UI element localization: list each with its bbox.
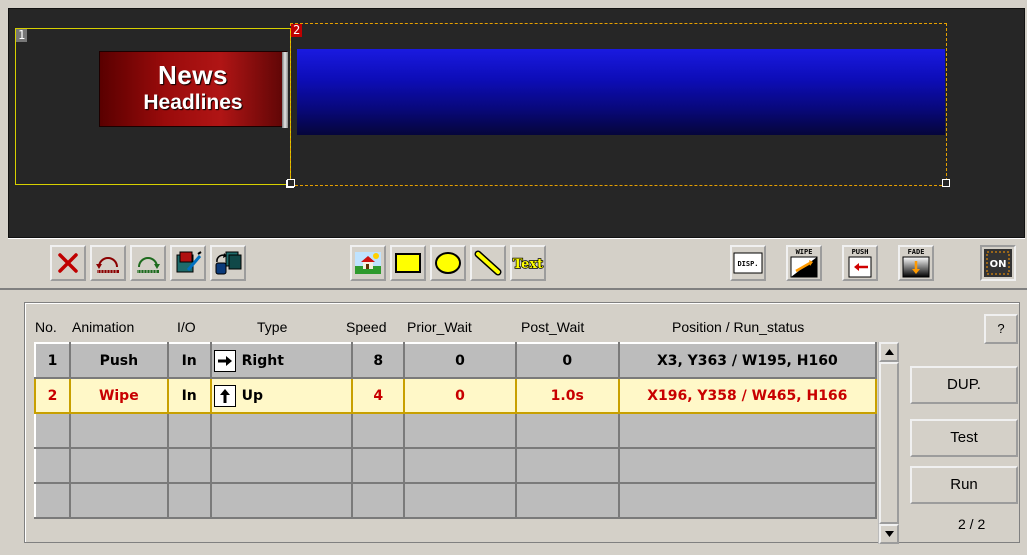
ellipse-button[interactable] [430,245,466,281]
cell-prior-wait[interactable]: 0 [403,377,517,414]
layer-order-button[interactable] [210,245,246,281]
col-header-post-wait: Post_Wait [521,319,585,335]
cell-post-wait[interactable]: 0 [514,342,620,379]
col-header-no: No. [35,319,57,335]
wipe-effect-icon: WIPE [790,248,818,278]
redo-arc-icon [137,257,160,273]
cell-animation[interactable]: Push [68,342,169,379]
col-header-type: Type [257,319,288,335]
rectangle-button[interactable] [390,245,426,281]
arrow-right-icon [213,349,236,372]
cell-position: X3, Y363 / W195, H160 [617,342,878,379]
table-row-empty[interactable] [34,447,878,484]
push-effect-icon: PUSH [848,248,872,278]
help-button[interactable]: ? [984,314,1018,344]
cell-post-wait[interactable]: 1.0s [514,377,620,414]
animation-table: 1 Push In Right 8 0 0 X3, Y363 / W195, H… [34,342,878,519]
delete-button[interactable] [50,245,86,281]
cell-io[interactable]: In [166,342,212,379]
cell-no: 2 [34,377,71,414]
scroll-down-button[interactable] [879,524,899,544]
redo-button[interactable] [130,245,166,281]
paint-color-button[interactable] [170,245,206,281]
news-headlines-graphic: News Headlines [99,51,288,128]
table-row-empty[interactable] [34,482,878,519]
text-tool-icon: Text [512,256,544,272]
svg-text:DISP.: DISP. [737,260,758,268]
zone-2[interactable]: 2 [287,23,950,187]
col-header-io: I/O [177,319,196,335]
svg-text:ON: ON [990,259,1007,270]
toolbar: Text DISP. WIPE PUSH FADE ON [8,238,1025,288]
type-label: Up [241,387,264,404]
zone-1-number: 1 [16,28,28,42]
ellipse-shape-icon [435,252,461,274]
news-title-line2: Headlines [143,91,243,114]
svg-text:FADE: FADE [908,248,925,256]
wipe-effect-button[interactable]: WIPE [786,245,822,281]
arrow-up-icon [213,384,236,407]
zone-2-resize-handle-right[interactable] [942,179,950,187]
image-picture-icon [355,252,381,274]
cell-speed[interactable]: 4 [351,377,406,414]
table-row-1[interactable]: 1 Push In Right 8 0 0 X3, Y363 / W195, H… [34,342,878,379]
red-x-icon [58,253,78,273]
line-button[interactable] [470,245,506,281]
paint-color-icon [176,251,202,273]
test-button[interactable]: Test [910,419,1018,457]
col-header-speed: Speed [346,319,387,335]
dup-button[interactable]: DUP. [910,366,1018,404]
text-tool-button[interactable]: Text [510,245,546,281]
news-title-line1: News [158,60,228,90]
cell-position: X196, Y358 / W465, H166 [617,377,878,414]
undo-button[interactable] [90,245,126,281]
display-button[interactable]: DISP. [730,245,766,281]
table-row-empty[interactable] [34,412,878,449]
undo-arc-icon [96,257,119,273]
cell-io[interactable]: In [166,377,212,414]
col-header-animation: Animation [72,319,135,335]
table-row-2[interactable]: 2 Wipe In Up 4 0 1.0s X196, Y358 / W465,… [34,377,878,414]
page-indicator: 2 / 2 [958,516,986,532]
col-header-position: Position / Run_status [672,319,805,335]
run-button[interactable]: Run [910,466,1018,504]
col-header-prior-wait: Prior_Wait [407,319,472,335]
image-button[interactable] [350,245,386,281]
triangle-down-icon [884,531,894,537]
cell-animation[interactable]: Wipe [68,377,169,414]
preview-canvas[interactable]: 1 News Headlines 2 [8,8,1025,238]
scroll-up-button[interactable] [879,342,899,362]
zone-2-resize-handle-left[interactable] [287,179,295,187]
on-toggle-icon: ON [984,249,1012,277]
zone-2-number: 2 [291,23,303,37]
display-icon: DISP. [733,252,763,274]
cell-type[interactable]: Up [209,377,354,414]
line-shape-icon [474,250,502,276]
scroll-thumb[interactable] [879,362,899,524]
cell-no: 1 [34,342,71,379]
rectangle-shape-icon [395,253,421,273]
cell-prior-wait[interactable]: 0 [403,342,517,379]
type-label: Right [241,352,284,369]
on-toggle-button[interactable]: ON [980,245,1016,281]
triangle-up-icon [884,349,894,355]
push-effect-button[interactable]: PUSH [842,245,878,281]
svg-text:PUSH: PUSH [852,248,869,256]
table-scrollbar[interactable] [878,342,899,544]
svg-text:Text: Text [513,257,543,272]
layer-order-icon [215,251,242,275]
svg-text:WIPE: WIPE [796,248,813,256]
fade-effect-button[interactable]: FADE [898,245,934,281]
cell-type[interactable]: Right [209,342,354,379]
cell-speed[interactable]: 8 [351,342,406,379]
fade-effect-icon: FADE [902,248,930,278]
